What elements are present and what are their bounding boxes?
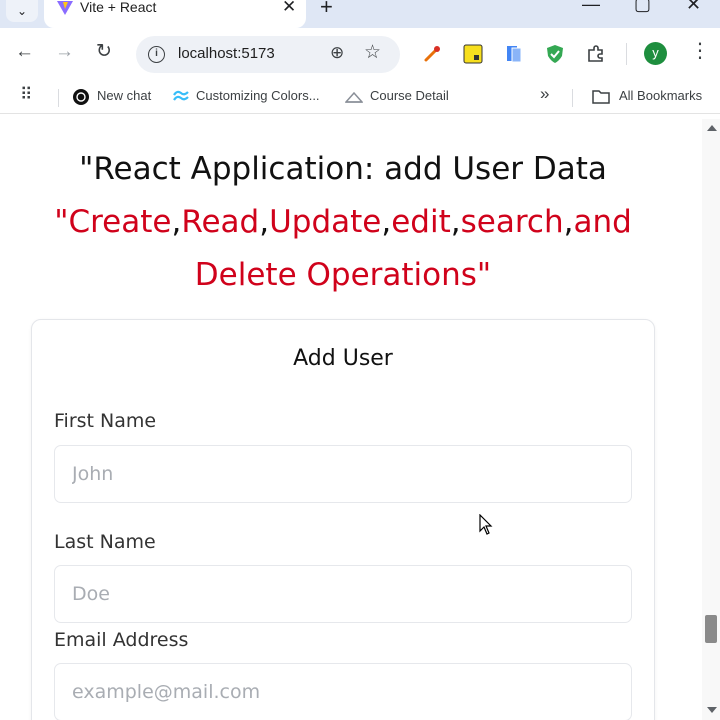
bookmarks-overflow-icon[interactable]: » [540,84,549,104]
toolbar-divider [626,43,627,65]
heading-comma: , [171,204,182,240]
heading-comma: , [381,204,392,240]
mouse-cursor-icon [479,514,493,535]
bookmark-course-detail[interactable]: Course Detail [370,88,449,103]
scroll-up-arrow-icon[interactable] [707,125,717,131]
puzzle-extensions-icon[interactable] [586,44,606,64]
back-icon[interactable]: ← [15,42,34,62]
url-text[interactable]: localhost:5173 [178,45,275,62]
site-info-icon[interactable]: i [148,46,165,63]
bookmark-customizing-colors[interactable]: Customizing Colors... [196,88,320,103]
more-menu-icon[interactable]: ⋮ [690,38,710,63]
javascript-extension-icon[interactable] [463,44,483,64]
folder-icon [592,90,610,104]
documents-extension-icon[interactable] [504,44,524,64]
all-bookmarks-link[interactable]: All Bookmarks [619,88,702,103]
bookmark-star-icon[interactable]: ☆ [364,41,381,64]
scroll-down-arrow-icon[interactable] [707,707,717,713]
course-site-icon [345,91,363,103]
profile-avatar[interactable]: y [644,42,667,65]
heading-search: search [460,204,564,240]
active-tab[interactable]: Vite + React ✕ [44,0,306,28]
heading-create: Create [68,204,172,240]
heading-update: Update [269,204,382,240]
heading-comma: , [259,204,270,240]
tab-search-button[interactable]: ⌄ [6,0,38,22]
form-title: Add User [293,346,393,371]
bookmark-new-chat[interactable]: New chat [97,88,151,103]
add-user-card: Add User First Name Last Name Email Addr… [31,319,655,720]
forward-icon[interactable]: → [55,42,74,62]
heading-and: and [573,204,632,240]
apps-grid-icon[interactable]: ⠿ [20,85,32,105]
openai-icon [73,89,89,105]
browser-toolbar: ← → ↻ i localhost:5173 ⊕ ☆ y ⋮ [0,28,720,80]
scroll-thumb[interactable] [705,615,717,643]
bookmark-divider [58,89,59,107]
heading-line-2: "Create,Read,Update,edit,search,and [0,196,686,249]
first-name-input[interactable] [54,445,632,503]
vite-logo-icon [57,1,73,15]
chevron-down-icon: ⌄ [16,4,28,18]
page-heading: "React Application: add User Data "Creat… [0,143,686,302]
address-bar[interactable]: i localhost:5173 ⊕ ☆ [136,36,400,73]
close-tab-icon[interactable]: ✕ [282,0,296,17]
zoom-icon[interactable]: ⊕ [330,43,344,63]
heading-edit: edit [391,204,451,240]
heading-read: Read [181,204,260,240]
shield-extension-icon[interactable] [545,44,565,64]
page-viewport: "React Application: add User Data "Creat… [0,119,702,720]
heading-line-3: Delete Operations" [194,257,492,293]
first-name-label: First Name [54,410,157,432]
bookmarks-bar: ⠿ New chat Customizing Colors... Course … [0,80,720,114]
maximize-icon[interactable]: ▢ [634,0,651,15]
email-label: Email Address [54,629,189,651]
close-window-icon[interactable]: ✕ [686,0,701,15]
last-name-label: Last Name [54,531,156,553]
heading-line-1: "React Application: add User Data [79,151,607,187]
bookmark-divider [572,89,573,107]
last-name-input[interactable] [54,565,632,623]
heading-comma: , [450,204,461,240]
tab-strip: ⌄ Vite + React ✕ + — ▢ ✕ [0,0,720,28]
page-scrollbar[interactable] [702,119,720,720]
heading-quote: " [54,204,69,240]
tailwind-icon [173,90,189,101]
reload-icon[interactable]: ↻ [96,42,112,62]
new-tab-button[interactable]: + [320,0,333,20]
tab-title: Vite + React [80,0,157,15]
email-input[interactable] [54,663,632,720]
heading-comma: , [563,204,574,240]
color-picker-extension-icon[interactable] [422,44,442,64]
minimize-icon[interactable]: — [582,0,600,15]
